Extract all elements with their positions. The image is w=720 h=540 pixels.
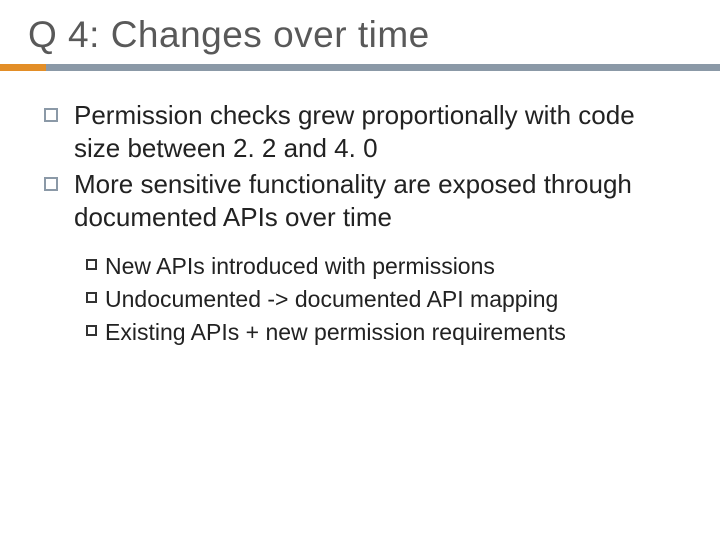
sub-bullet-rest: APIs + new permission requirements <box>186 319 566 345</box>
square-bullet-icon <box>44 177 58 191</box>
sub-bullet-text: Undocumented -> documented API mapping <box>105 285 558 314</box>
square-bullet-icon <box>86 292 97 303</box>
title-underline-accent <box>0 64 46 71</box>
title-underline <box>0 64 720 71</box>
list-item: Permission checks grew proportionally wi… <box>44 99 676 166</box>
list-item: New APIs introduced with permissions <box>86 252 676 281</box>
list-item: Existing APIs + new permission requireme… <box>86 318 676 347</box>
list-item: Undocumented -> documented API mapping <box>86 285 676 314</box>
sub-bullet-lead: New <box>105 253 151 279</box>
square-bullet-icon <box>86 325 97 336</box>
sub-list: New APIs introduced with permissions Und… <box>44 236 676 346</box>
list-item: More sensitive functionality are exposed… <box>44 168 676 235</box>
sub-bullet-text: Existing APIs + new permission requireme… <box>105 318 566 347</box>
content-area: Permission checks grew proportionally wi… <box>0 71 720 346</box>
bullet-text: More sensitive functionality are exposed… <box>74 168 676 235</box>
sub-bullet-lead: Undocumented <box>105 286 261 312</box>
bullet-text: Permission checks grew proportionally wi… <box>74 99 676 166</box>
sub-bullet-rest: -> documented API mapping <box>261 286 558 312</box>
sub-bullet-text: New APIs introduced with permissions <box>105 252 495 281</box>
square-bullet-icon <box>86 259 97 270</box>
slide-title: Q 4: Changes over time <box>28 14 692 56</box>
sub-bullet-rest: APIs introduced with permissions <box>151 253 495 279</box>
title-area: Q 4: Changes over time <box>0 0 720 64</box>
sub-bullet-lead: Existing <box>105 319 186 345</box>
square-bullet-icon <box>44 108 58 122</box>
